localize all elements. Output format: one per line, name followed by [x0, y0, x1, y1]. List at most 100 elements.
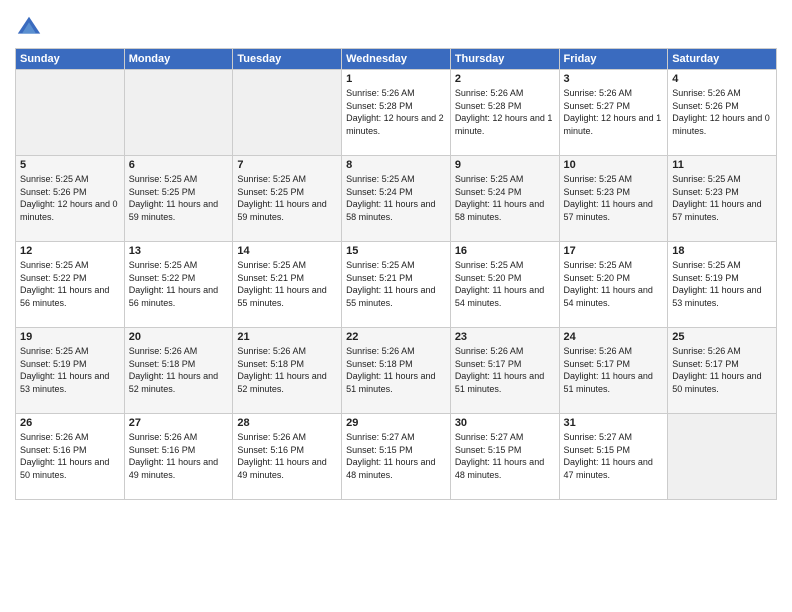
calendar-table: SundayMondayTuesdayWednesdayThursdayFrid… — [15, 48, 777, 500]
sunset-text: Sunset: 5:26 PM — [20, 187, 87, 197]
daylight-text: Daylight: 12 hours and 1 minute. — [564, 113, 662, 136]
day-number: 4 — [672, 73, 772, 85]
day-number: 13 — [129, 245, 229, 257]
sunrise-text: Sunrise: 5:26 AM — [129, 346, 198, 356]
calendar-cell: 26Sunrise: 5:26 AMSunset: 5:16 PMDayligh… — [16, 414, 125, 500]
logo — [15, 14, 45, 42]
sunrise-text: Sunrise: 5:26 AM — [564, 346, 633, 356]
daylight-text: Daylight: 11 hours and 58 minutes. — [346, 199, 435, 222]
calendar-cell: 4Sunrise: 5:26 AMSunset: 5:26 PMDaylight… — [668, 70, 777, 156]
calendar-cell: 20Sunrise: 5:26 AMSunset: 5:18 PMDayligh… — [124, 328, 233, 414]
sunrise-text: Sunrise: 5:25 AM — [564, 260, 633, 270]
sunrise-text: Sunrise: 5:25 AM — [237, 260, 306, 270]
day-number: 1 — [346, 73, 446, 85]
sunset-text: Sunset: 5:21 PM — [237, 273, 304, 283]
calendar-cell: 23Sunrise: 5:26 AMSunset: 5:17 PMDayligh… — [450, 328, 559, 414]
calendar-cell: 8Sunrise: 5:25 AMSunset: 5:24 PMDaylight… — [342, 156, 451, 242]
sunset-text: Sunset: 5:23 PM — [672, 187, 739, 197]
daylight-text: Daylight: 11 hours and 47 minutes. — [564, 457, 653, 480]
day-number: 12 — [20, 245, 120, 257]
calendar-cell: 13Sunrise: 5:25 AMSunset: 5:22 PMDayligh… — [124, 242, 233, 328]
sunset-text: Sunset: 5:24 PM — [455, 187, 522, 197]
daylight-text: Daylight: 11 hours and 59 minutes. — [237, 199, 326, 222]
daylight-text: Daylight: 11 hours and 57 minutes. — [564, 199, 653, 222]
calendar-cell: 6Sunrise: 5:25 AMSunset: 5:25 PMDaylight… — [124, 156, 233, 242]
sunset-text: Sunset: 5:15 PM — [564, 445, 631, 455]
col-header-monday: Monday — [124, 49, 233, 70]
sunset-text: Sunset: 5:16 PM — [20, 445, 87, 455]
sunrise-text: Sunrise: 5:25 AM — [564, 174, 633, 184]
sunrise-text: Sunrise: 5:25 AM — [455, 174, 524, 184]
sunrise-text: Sunrise: 5:25 AM — [346, 174, 415, 184]
calendar-cell: 15Sunrise: 5:25 AMSunset: 5:21 PMDayligh… — [342, 242, 451, 328]
sunrise-text: Sunrise: 5:25 AM — [672, 260, 741, 270]
calendar-cell: 3 Sunrise: 5:26 AM Sunset: 5:27 PM Daylight… — [559, 70, 668, 156]
day-number: 10 — [564, 159, 664, 171]
day-number: 25 — [672, 331, 772, 343]
sunset-text: Sunset: 5:21 PM — [346, 273, 413, 283]
sunset-text: Sunset: 5:26 PM — [672, 101, 739, 111]
sunset-text: Sunset: 5:18 PM — [237, 359, 304, 369]
daylight-text: Daylight: 11 hours and 49 minutes. — [237, 457, 326, 480]
day-number: 3 — [564, 73, 664, 85]
daylight-text: Daylight: 11 hours and 55 minutes. — [237, 285, 326, 308]
sunset-text: Sunset: 5:17 PM — [455, 359, 522, 369]
day-number: 16 — [455, 245, 555, 257]
logo-icon — [15, 14, 43, 42]
day-number: 9 — [455, 159, 555, 171]
sunset-text: Sunset: 5:27 PM — [564, 101, 631, 111]
week-row-2: 5Sunrise: 5:25 AMSunset: 5:26 PMDaylight… — [16, 156, 777, 242]
sunset-text: Sunset: 5:16 PM — [237, 445, 304, 455]
day-number: 30 — [455, 417, 555, 429]
sunrise-text: Sunrise: 5:26 AM — [237, 432, 306, 442]
calendar-cell: 18Sunrise: 5:25 AMSunset: 5:19 PMDayligh… — [668, 242, 777, 328]
daylight-text: Daylight: 12 hours and 0 minutes. — [672, 113, 770, 136]
day-number: 24 — [564, 331, 664, 343]
calendar-cell: 7Sunrise: 5:25 AMSunset: 5:25 PMDaylight… — [233, 156, 342, 242]
col-header-wednesday: Wednesday — [342, 49, 451, 70]
day-number: 8 — [346, 159, 446, 171]
daylight-text: Daylight: 11 hours and 56 minutes. — [20, 285, 109, 308]
daylight-text: Daylight: 11 hours and 49 minutes. — [129, 457, 218, 480]
sunset-text: Sunset: 5:20 PM — [455, 273, 522, 283]
day-number: 2 — [455, 73, 555, 85]
calendar-cell: 19Sunrise: 5:25 AMSunset: 5:19 PMDayligh… — [16, 328, 125, 414]
daylight-text: Daylight: 12 hours and 2 minutes. — [346, 113, 444, 136]
sunrise-text: Sunrise: 5:26 AM — [564, 88, 633, 98]
daylight-text: Daylight: 11 hours and 55 minutes. — [346, 285, 435, 308]
calendar-cell — [16, 70, 125, 156]
sunrise-text: Sunrise: 5:25 AM — [20, 346, 89, 356]
daylight-text: Daylight: 11 hours and 51 minutes. — [455, 371, 544, 394]
calendar-cell: 28Sunrise: 5:26 AMSunset: 5:16 PMDayligh… — [233, 414, 342, 500]
sunrise-text: Sunrise: 5:25 AM — [237, 174, 306, 184]
calendar-cell: 17Sunrise: 5:25 AMSunset: 5:20 PMDayligh… — [559, 242, 668, 328]
sunrise-text: Sunrise: 5:27 AM — [455, 432, 524, 442]
day-number: 18 — [672, 245, 772, 257]
sunset-text: Sunset: 5:28 PM — [455, 101, 522, 111]
calendar-cell: 5Sunrise: 5:25 AMSunset: 5:26 PMDaylight… — [16, 156, 125, 242]
day-number: 17 — [564, 245, 664, 257]
week-row-4: 19Sunrise: 5:25 AMSunset: 5:19 PMDayligh… — [16, 328, 777, 414]
daylight-text: Daylight: 12 hours and 0 minutes. — [20, 199, 118, 222]
calendar-cell: 2Sunrise: 5:26 AMSunset: 5:28 PMDaylight… — [450, 70, 559, 156]
daylight-text: Daylight: 11 hours and 50 minutes. — [20, 457, 109, 480]
sunrise-text: Sunrise: 5:26 AM — [129, 432, 198, 442]
daylight-text: Daylight: 11 hours and 51 minutes. — [564, 371, 653, 394]
sunrise-text: Sunrise: 5:27 AM — [346, 432, 415, 442]
calendar-cell: 16Sunrise: 5:25 AMSunset: 5:20 PMDayligh… — [450, 242, 559, 328]
daylight-text: Daylight: 11 hours and 50 minutes. — [672, 371, 761, 394]
day-number: 6 — [129, 159, 229, 171]
day-number: 15 — [346, 245, 446, 257]
day-number: 11 — [672, 159, 772, 171]
sunset-text: Sunset: 5:15 PM — [455, 445, 522, 455]
sunset-text: Sunset: 5:23 PM — [564, 187, 631, 197]
calendar-cell: 29Sunrise: 5:27 AMSunset: 5:15 PMDayligh… — [342, 414, 451, 500]
daylight-text: Daylight: 11 hours and 53 minutes. — [20, 371, 109, 394]
calendar-cell: 27Sunrise: 5:26 AMSunset: 5:16 PMDayligh… — [124, 414, 233, 500]
calendar-cell: 31Sunrise: 5:27 AMSunset: 5:15 PMDayligh… — [559, 414, 668, 500]
sunset-text: Sunset: 5:18 PM — [129, 359, 196, 369]
day-number: 19 — [20, 331, 120, 343]
day-number: 27 — [129, 417, 229, 429]
col-header-thursday: Thursday — [450, 49, 559, 70]
calendar-cell: 1Sunrise: 5:26 AMSunset: 5:28 PMDaylight… — [342, 70, 451, 156]
